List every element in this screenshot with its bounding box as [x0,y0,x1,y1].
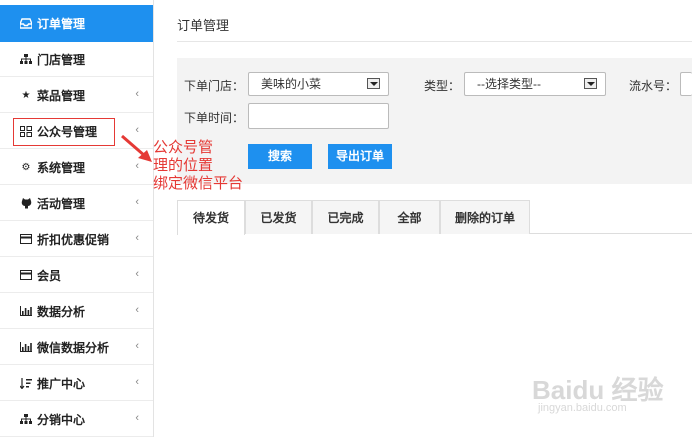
chevron-left-icon: ‹ [135,304,139,316]
dropdown-arrow-icon [584,78,597,89]
credit-card-icon [20,269,32,281]
sidebar-item-distribution[interactable]: 分销中心 ‹ [0,402,153,437]
credit-card-icon [20,233,32,245]
store-select-value: 美味的小菜 [261,77,322,91]
sidebar-item-label: 菜品管理 [37,88,86,103]
page-title: 订单管理 [177,18,230,33]
sort-icon [20,377,32,389]
sidebar-item-label: 数据分析 [37,304,86,319]
tab-pending-shipment[interactable]: 待发货 [177,200,245,235]
sidebar-item-promotion[interactable]: 推广中心 ‹ [0,366,153,401]
sidebar-item-orders[interactable]: 订单管理 [0,5,153,42]
bar-chart-icon [20,341,32,353]
serial-input[interactable] [680,72,692,96]
sidebar-item-discounts[interactable]: 折扣优惠促销 ‹ [0,222,153,257]
arrow-icon [121,134,152,162]
type-select-value: --选择类型-- [477,77,541,91]
export-orders-button[interactable]: 导出订单 [328,144,392,169]
tab-completed[interactable]: 已完成 [312,200,379,234]
chevron-left-icon: ‹ [135,196,139,208]
tab-all[interactable]: 全部 [379,200,440,234]
inbox-icon [20,18,32,30]
sidebar-item-label: 门店管理 [37,52,86,67]
dropdown-arrow-icon [367,78,380,89]
sidebar-item-activities[interactable]: 活动管理 ‹ [0,186,153,221]
type-select[interactable]: --选择类型-- [464,72,606,96]
store-label: 下单门店： [184,79,245,93]
tab-shipped[interactable]: 已发货 [245,200,312,234]
serial-label: 流水号： [629,79,678,93]
sidebar-item-label: 分销中心 [37,412,86,427]
annotation-line-2: 理的位置 [153,157,214,174]
sidebar-item-data-analysis[interactable]: 数据分析 ‹ [0,294,153,329]
chevron-left-icon: ‹ [135,412,139,424]
store-select[interactable]: 美味的小菜 [248,72,389,96]
sitemap-icon [20,413,32,425]
chevron-left-icon: ‹ [135,376,139,388]
order-tabs: 待发货 已发货 已完成 全部 删除的订单 [177,200,692,235]
sidebar-item-stores[interactable]: 门店管理 [0,42,153,77]
sidebar-item-label: 折扣优惠促销 [37,232,110,247]
annotation-line-1: 公众号管 [153,139,214,156]
annotation-line-3: 绑定微信平台 [153,175,244,192]
watermark-url: jingyan.baidu.com [538,402,627,414]
sidebar-item-label: 会员 [37,268,62,283]
sidebar-item-label: 系统管理 [37,160,86,175]
gear-icon: ⚙ [21,161,31,173]
search-button[interactable]: 搜索 [248,144,312,169]
github-icon [20,197,32,209]
sidebar-item-dishes[interactable]: ★ 菜品管理 ‹ [0,78,153,113]
sidebar-item-wechat-analysis[interactable]: 微信数据分析 ‹ [0,330,153,365]
sidebar-item-label: 微信数据分析 [37,340,110,355]
sidebar-item-label: 推广中心 [37,376,86,391]
tab-deleted-orders[interactable]: 删除的订单 [440,200,530,234]
chevron-left-icon: ‹ [135,88,139,100]
divider [177,41,692,42]
bar-chart-icon [20,305,32,317]
chevron-left-icon: ‹ [135,340,139,352]
chevron-left-icon: ‹ [135,232,139,244]
sidebar: 订单管理 门店管理 ★ 菜品管理 ‹ 公众号管理 ‹ ⚙ 系统管理 ‹ 活动管理… [0,0,154,437]
time-label: 下单时间： [184,111,245,125]
sitemap-icon [20,53,32,65]
order-time-input[interactable] [248,103,389,129]
filter-panel: 下单门店： 美味的小菜 类型： --选择类型-- 流水号： 下单时间： 搜索 导… [177,58,692,184]
sidebar-item-label: 活动管理 [37,196,86,211]
sidebar-item-label: 订单管理 [37,17,86,31]
type-label: 类型： [424,79,461,93]
highlight-box [13,118,115,146]
chevron-left-icon: ‹ [135,268,139,280]
sidebar-item-members[interactable]: 会员 ‹ [0,258,153,293]
star-icon: ★ [21,89,31,101]
